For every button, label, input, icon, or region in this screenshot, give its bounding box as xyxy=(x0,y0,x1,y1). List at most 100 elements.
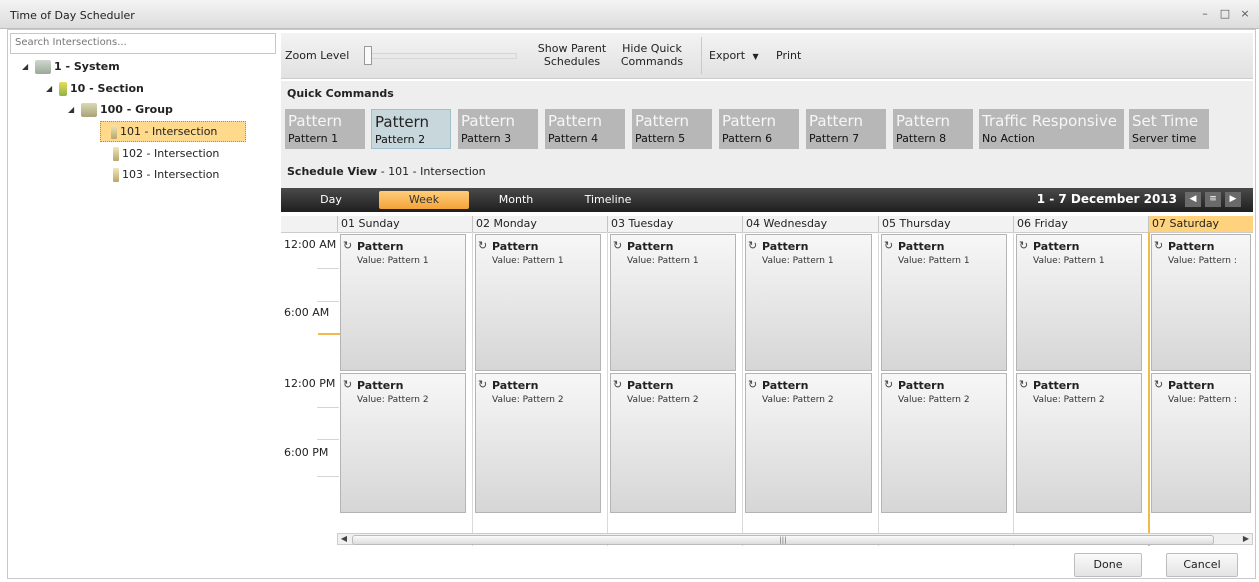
maximize-icon[interactable]: □ xyxy=(1219,7,1231,20)
qc-sublabel: Pattern 2 xyxy=(375,133,426,146)
day-column-divider xyxy=(607,232,608,546)
day-header[interactable]: 02 Monday xyxy=(472,216,607,232)
day-header[interactable]: 06 Friday xyxy=(1013,216,1148,232)
qc-traffic-responsive[interactable]: Traffic Responsive No Action xyxy=(979,109,1124,149)
schedule-event[interactable]: ↻ Pattern Value: Pattern 2 xyxy=(881,373,1007,513)
button-line: Commands xyxy=(620,55,684,68)
zoom-slider[interactable] xyxy=(365,53,517,59)
calendar-menu-icon[interactable]: ≡ xyxy=(1205,192,1221,207)
event-title: Pattern xyxy=(1168,240,1215,253)
print-button[interactable]: Print xyxy=(776,49,801,62)
prev-icon[interactable]: ◀ xyxy=(1185,192,1201,207)
expand-arrow-icon[interactable]: ◢ xyxy=(22,62,32,71)
qc-pattern-8[interactable]: Pattern Pattern 8 xyxy=(893,109,973,149)
day-header[interactable]: 01 Sunday xyxy=(337,216,472,232)
qc-pattern-6[interactable]: Pattern Pattern 6 xyxy=(719,109,799,149)
schedule-event[interactable]: ↻ Pattern Value: Pattern 1 xyxy=(340,234,466,371)
expand-arrow-icon[interactable]: ◢ xyxy=(46,84,56,93)
schedule-event[interactable]: ↻ Pattern Value: Pattern 2 xyxy=(610,373,736,513)
schedule-event[interactable]: ↻ Pattern Value: Pattern 2 xyxy=(340,373,466,513)
qc-pattern-3[interactable]: Pattern Pattern 3 xyxy=(458,109,538,149)
day-header[interactable]: 04 Wednesday xyxy=(742,216,878,232)
schedule-event[interactable]: ↻ Pattern Value: Pattern : xyxy=(1151,234,1251,371)
qc-label: Traffic Responsive xyxy=(982,112,1117,130)
toolbar-divider xyxy=(701,37,702,74)
tree-item-section[interactable]: ◢ 10 - Section xyxy=(46,79,144,98)
tree-item-intersection-103[interactable]: 103 - Intersection xyxy=(110,165,219,184)
quick-commands-title: Quick Commands xyxy=(287,87,394,100)
time-label: 6:00 PM xyxy=(284,446,329,459)
qc-pattern-1[interactable]: Pattern Pattern 1 xyxy=(285,109,365,149)
schedule-event[interactable]: ↻ Pattern Value: Pattern 1 xyxy=(881,234,1007,371)
close-icon[interactable]: × xyxy=(1239,7,1251,20)
qc-label: Pattern xyxy=(461,112,515,130)
tab-month[interactable]: Month xyxy=(471,191,561,209)
recurring-icon: ↻ xyxy=(884,378,894,391)
schedule-event[interactable]: ↻ Pattern Value: Pattern 1 xyxy=(1016,234,1142,371)
recurring-icon: ↻ xyxy=(1019,239,1029,252)
schedule-view-title: Schedule View - 101 - Intersection xyxy=(287,165,486,178)
tab-timeline[interactable]: Timeline xyxy=(563,191,653,209)
qc-pattern-2[interactable]: Pattern Pattern 2 xyxy=(371,109,451,149)
export-dropdown[interactable]: Export ▼ xyxy=(709,49,759,63)
tree-item-label: 1 - System xyxy=(54,60,120,73)
event-value: Value: Pattern 2 xyxy=(357,395,429,405)
recurring-icon: ↻ xyxy=(1019,378,1029,391)
qc-pattern-4[interactable]: Pattern Pattern 4 xyxy=(545,109,625,149)
qc-pattern-7[interactable]: Pattern Pattern 7 xyxy=(806,109,886,149)
scroll-right-icon[interactable]: ▶ xyxy=(1240,534,1252,544)
qc-set-time[interactable]: Set Time Server time xyxy=(1129,109,1209,149)
zoom-slider-thumb[interactable] xyxy=(364,46,372,65)
minimize-icon[interactable]: – xyxy=(1199,7,1211,20)
time-gridline xyxy=(317,268,339,269)
qc-label: Pattern xyxy=(548,112,602,130)
hide-quick-commands-button[interactable]: Hide Quick Commands xyxy=(617,42,687,68)
show-parent-schedules-button[interactable]: Show Parent Schedules xyxy=(536,42,608,68)
schedule-event[interactable]: ↻ Pattern Value: Pattern 2 xyxy=(745,373,872,513)
scroll-left-icon[interactable]: ◀ xyxy=(338,534,350,544)
qc-label: Pattern xyxy=(635,112,689,130)
recurring-icon: ↻ xyxy=(613,378,623,391)
search-box[interactable] xyxy=(10,33,276,54)
day-header[interactable]: 03 Tuesday xyxy=(607,216,742,232)
cancel-button[interactable]: Cancel xyxy=(1166,553,1238,577)
recurring-icon: ↻ xyxy=(478,239,488,252)
qc-label: Pattern xyxy=(375,113,429,131)
tree-item-intersection-101[interactable]: 101 - Intersection xyxy=(100,121,246,142)
event-value: Value: Pattern 1 xyxy=(898,256,970,266)
event-value: Value: Pattern 1 xyxy=(627,256,699,266)
tree-item-group[interactable]: ◢ 100 - Group xyxy=(68,100,173,119)
recurring-icon: ↻ xyxy=(478,378,488,391)
day-header[interactable]: 05 Thursday xyxy=(878,216,1013,232)
system-icon xyxy=(35,59,51,74)
expand-arrow-icon[interactable]: ◢ xyxy=(68,105,78,114)
qc-sublabel: Pattern 5 xyxy=(635,132,686,145)
schedule-event[interactable]: ↻ Pattern Value: Pattern 1 xyxy=(475,234,601,371)
event-value: Value: Pattern 1 xyxy=(762,256,834,266)
schedule-event[interactable]: ↻ Pattern Value: Pattern 2 xyxy=(475,373,601,513)
schedule-event[interactable]: ↻ Pattern Value: Pattern 1 xyxy=(745,234,872,371)
next-icon[interactable]: ▶ xyxy=(1225,192,1241,207)
done-button[interactable]: Done xyxy=(1074,553,1142,577)
event-title: Pattern xyxy=(492,240,539,253)
recurring-icon: ↻ xyxy=(1154,378,1164,391)
tree-item-intersection-102[interactable]: 102 - Intersection xyxy=(110,144,219,163)
qc-label: Pattern xyxy=(896,112,950,130)
schedule-event[interactable]: ↻ Pattern Value: Pattern : xyxy=(1151,373,1251,513)
scrollbar-thumb[interactable]: ||| xyxy=(352,535,1214,545)
time-gridline xyxy=(317,439,339,440)
tree-item-system[interactable]: ◢ 1 - System xyxy=(22,57,120,76)
event-value: Value: Pattern : xyxy=(1168,256,1237,266)
tab-day[interactable]: Day xyxy=(291,191,371,209)
day-header-today[interactable]: 07 Saturday xyxy=(1148,216,1253,232)
search-input[interactable] xyxy=(11,34,269,51)
intersection-icon xyxy=(111,124,117,139)
event-title: Pattern xyxy=(627,240,674,253)
tab-week[interactable]: Week xyxy=(379,191,469,209)
schedule-event[interactable]: ↻ Pattern Value: Pattern 1 xyxy=(610,234,736,371)
schedule-event[interactable]: ↻ Pattern Value: Pattern 2 xyxy=(1016,373,1142,513)
schedule-view-target: - 101 - Intersection xyxy=(377,165,486,178)
horizontal-scrollbar[interactable]: ◀ ||| ▶ xyxy=(337,533,1253,545)
export-label: Export xyxy=(709,49,746,62)
qc-pattern-5[interactable]: Pattern Pattern 5 xyxy=(632,109,712,149)
